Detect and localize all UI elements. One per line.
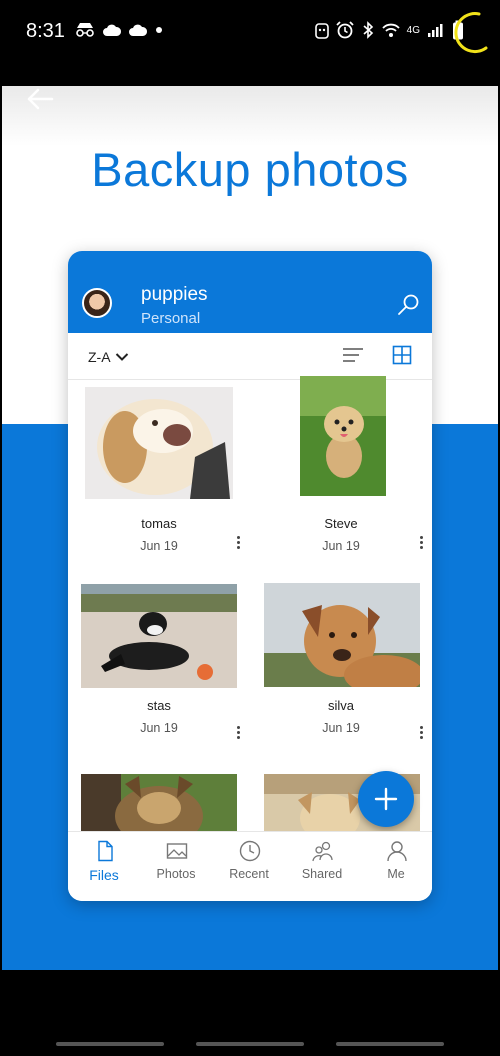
nav-shared[interactable]: Shared: [286, 832, 358, 901]
photo-icon: [166, 843, 188, 859]
back-arrow-icon[interactable]: [26, 86, 56, 112]
grid-view-icon[interactable]: [392, 345, 412, 365]
list-view-icon[interactable]: [342, 347, 364, 363]
folder-subtitle: Personal: [141, 310, 201, 327]
bottom-navigation: Files Photos Recent Shared Me: [68, 831, 432, 901]
file-date: Jun 19: [140, 539, 178, 553]
file-tile[interactable]: stas Jun 19: [68, 579, 250, 769]
file-date: Jun 19: [322, 539, 360, 553]
status-time: 8:31: [26, 20, 65, 42]
photo-thumbnail: [81, 584, 237, 688]
network-type: 4G: [406, 24, 420, 36]
sort-dropdown[interactable]: Z-A: [88, 349, 129, 365]
wifi-icon: [382, 23, 400, 37]
loading-ring-icon: [454, 12, 488, 54]
photo-thumbnail: [81, 774, 237, 831]
avatar[interactable]: [82, 288, 112, 318]
nav-me-label: Me: [387, 867, 405, 881]
folder-header: puppies Personal: [68, 251, 432, 333]
nav-photos[interactable]: Photos: [140, 832, 212, 901]
photo-thumbnail: [85, 387, 233, 499]
gesture-bar: [56, 1042, 164, 1046]
nav-me[interactable]: Me: [360, 832, 432, 901]
status-bar: 8:31 4G: [0, 0, 500, 66]
photo-thumbnail: [300, 376, 386, 496]
plus-icon: [374, 787, 398, 811]
file-date: Jun 19: [322, 721, 360, 735]
file-name: Steve: [324, 516, 358, 531]
cloud-icon: [129, 24, 148, 36]
file-icon: [98, 840, 113, 862]
incognito-icon: [76, 23, 94, 37]
nav-recent-label: Recent: [229, 867, 269, 881]
search-icon[interactable]: [396, 293, 420, 317]
file-tile[interactable]: tomas Jun 19: [68, 379, 250, 579]
toolbar: Z-A: [68, 333, 432, 380]
more-options-icon[interactable]: [232, 724, 244, 744]
onboarding-screen: Backup photos puppies Personal Z-A tomas…: [2, 86, 498, 970]
alarm-icon: [336, 21, 354, 39]
chevron-down-icon: [115, 353, 128, 361]
nav-photos-label: Photos: [156, 867, 196, 881]
nav-recent[interactable]: Recent: [213, 832, 285, 901]
gesture-bar: [196, 1042, 304, 1046]
file-tile[interactable]: Steve Jun 19: [250, 376, 432, 579]
file-name: stas: [147, 698, 171, 713]
app-preview-card: puppies Personal Z-A tomas Jun 19 Steve …: [68, 251, 432, 901]
bluetooth-icon: [363, 21, 373, 39]
person-icon: [387, 841, 407, 862]
dot-icon: [156, 27, 162, 33]
file-tile[interactable]: silva Jun 19: [250, 579, 432, 769]
nav-files[interactable]: Files: [68, 832, 140, 901]
file-date: Jun 19: [140, 721, 178, 735]
more-options-icon[interactable]: [232, 534, 244, 554]
cloud-icon: [103, 24, 122, 36]
file-tile[interactable]: [68, 769, 250, 831]
file-name: silva: [327, 698, 354, 713]
add-button[interactable]: [358, 771, 414, 827]
more-options-icon[interactable]: [415, 724, 427, 744]
clock-icon: [239, 840, 261, 862]
photo-thumbnail: [264, 583, 420, 687]
more-options-icon[interactable]: [415, 534, 427, 554]
folder-name: puppies: [141, 284, 208, 305]
nav-files-label: Files: [89, 867, 119, 883]
gesture-bar: [336, 1042, 444, 1046]
nav-shared-label: Shared: [301, 867, 343, 881]
android-icon: [314, 23, 329, 39]
page-title: Backup photos: [91, 143, 409, 196]
sort-label: Z-A: [88, 349, 111, 365]
file-name: tomas: [141, 516, 177, 531]
shared-people-icon: [312, 841, 333, 862]
signal-icon: [428, 24, 443, 37]
